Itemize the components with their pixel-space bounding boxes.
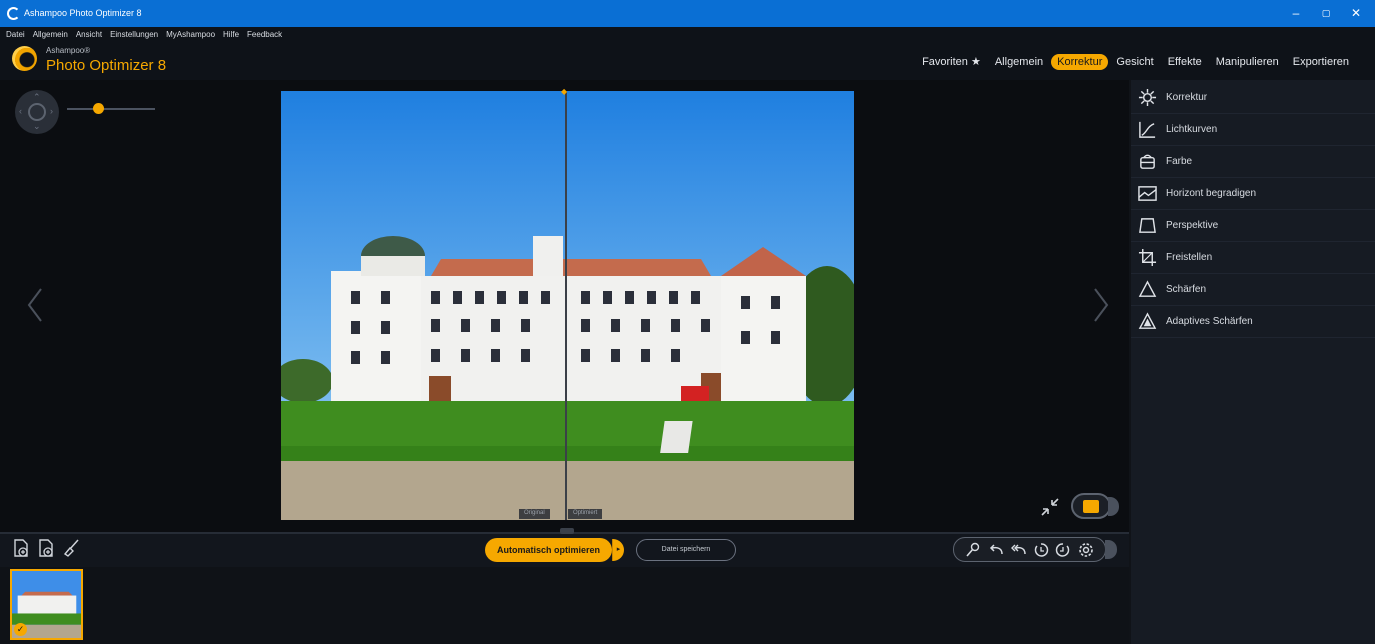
horizon-icon — [1138, 186, 1157, 201]
auto-optimize-button[interactable]: Automatisch optimieren — [485, 538, 612, 562]
split-view-icon — [1083, 500, 1099, 513]
side-item-lichtkurven[interactable]: Lichtkurven — [1131, 114, 1375, 146]
pan-navigator[interactable]: ⌃ ‹ › ⌄ — [15, 90, 59, 134]
pan-up-icon[interactable]: ⌃ — [33, 92, 41, 103]
minimize-button[interactable]: – — [1281, 4, 1311, 22]
split-view-handle[interactable]: ◆ — [561, 87, 571, 96]
side-item-label: Freistellen — [1166, 252, 1213, 263]
sharpen-icon — [1138, 280, 1157, 297]
photo-preview[interactable] — [281, 91, 854, 520]
image-canvas: ⌃ ‹ › ⌄ ◆ Original Optimiert — [0, 80, 1129, 532]
rotate-left-icon[interactable] — [1033, 542, 1049, 558]
add-folder-icon[interactable] — [37, 538, 55, 558]
window-titlebar: Ashampoo Photo Optimizer 8 – ▢ ✕ — [0, 0, 1375, 27]
edit-tools-group — [953, 537, 1106, 562]
side-item-schaerfen[interactable]: Schärfen — [1131, 274, 1375, 306]
selected-check-icon: ✓ — [14, 623, 27, 636]
pan-right-icon[interactable]: › — [50, 106, 53, 116]
sun-icon — [1138, 88, 1157, 107]
settings-gear-icon[interactable] — [1078, 542, 1094, 558]
side-item-farbe[interactable]: Farbe — [1131, 146, 1375, 178]
side-item-horizont[interactable]: Horizont begradigen — [1131, 178, 1375, 210]
filmstrip — [0, 567, 1129, 644]
category-tabs: Favoriten ★ Allgemein Korrektur Gesicht … — [916, 53, 1355, 70]
menu-feedback[interactable]: Feedback — [247, 30, 282, 42]
color-bucket-icon — [1140, 154, 1155, 169]
adaptive-sharpen-icon — [1138, 312, 1157, 329]
side-item-label: Perspektive — [1166, 220, 1219, 231]
side-item-label: Lichtkurven — [1166, 124, 1218, 135]
fit-to-window-icon[interactable] — [1040, 497, 1060, 517]
undo-all-icon[interactable] — [1010, 542, 1026, 558]
optimized-label: Optimiert — [568, 509, 603, 519]
side-item-label: Korrektur — [1166, 92, 1208, 103]
split-view-divider[interactable] — [565, 91, 567, 520]
magic-wand-icon[interactable] — [965, 542, 981, 558]
pan-down-icon[interactable]: ⌄ — [33, 121, 41, 132]
previous-image-icon[interactable] — [25, 285, 45, 325]
tab-favoriten[interactable]: Favoriten ★ — [916, 53, 987, 70]
window-title: Ashampoo Photo Optimizer 8 — [24, 8, 142, 18]
maximize-button[interactable]: ▢ — [1311, 4, 1341, 22]
menu-myashampoo[interactable]: MyAshampoo — [166, 30, 215, 42]
tab-manipulieren[interactable]: Manipulieren — [1210, 54, 1285, 70]
tab-allgemein[interactable]: Allgemein — [989, 54, 1049, 70]
compare-view-toggle[interactable] — [1071, 493, 1111, 519]
menu-bar: Datei Allgemein Ansicht Einstellungen My… — [0, 30, 282, 42]
add-file-icon[interactable] — [12, 538, 30, 558]
app-logo — [12, 46, 37, 71]
brand-product: Photo Optimizer 8 — [46, 57, 167, 74]
pan-center-icon — [28, 103, 46, 121]
curves-icon — [1139, 121, 1156, 138]
panel-resize-grip[interactable] — [560, 528, 574, 534]
crop-icon — [1138, 248, 1157, 267]
tab-exportieren[interactable]: Exportieren — [1287, 54, 1355, 70]
tab-korrektur[interactable]: Korrektur — [1051, 53, 1109, 70]
side-item-perspektive[interactable]: Perspektive — [1131, 210, 1375, 242]
menu-datei[interactable]: Datei — [6, 30, 25, 42]
correction-panel: Korrektur Lichtkurven Farbe Horizont beg… — [1131, 80, 1375, 644]
app-header: Datei Allgemein Ansicht Einstellungen My… — [0, 27, 1375, 80]
side-item-label: Farbe — [1166, 156, 1193, 167]
rotate-right-icon[interactable] — [1055, 542, 1071, 558]
next-image-icon[interactable] — [1091, 285, 1111, 325]
brand-vendor: Ashampoo® — [46, 46, 91, 55]
zoom-slider[interactable] — [67, 108, 155, 110]
perspective-icon — [1139, 218, 1156, 233]
side-item-adaptives-schaerfen[interactable]: Adaptives Schärfen — [1131, 306, 1375, 338]
tab-effekte[interactable]: Effekte — [1162, 54, 1208, 70]
menu-allgemein[interactable]: Allgemein — [33, 30, 68, 42]
undo-icon[interactable] — [988, 542, 1004, 558]
tab-gesicht[interactable]: Gesicht — [1110, 54, 1159, 70]
clear-list-brush-icon[interactable] — [62, 538, 80, 558]
pan-left-icon[interactable]: ‹ — [19, 106, 22, 116]
close-button[interactable]: ✕ — [1341, 4, 1371, 22]
side-item-label: Horizont begradigen — [1166, 188, 1257, 199]
compare-view-dropdown[interactable] — [1108, 497, 1119, 516]
original-label: Original — [519, 509, 550, 519]
menu-einstellungen[interactable]: Einstellungen — [110, 30, 158, 42]
menu-hilfe[interactable]: Hilfe — [223, 30, 239, 42]
side-item-korrektur[interactable]: Korrektur — [1131, 82, 1375, 114]
side-item-label: Adaptives Schärfen — [1166, 316, 1253, 327]
side-item-freistellen[interactable]: Freistellen — [1131, 242, 1375, 274]
app-icon — [7, 7, 20, 20]
menu-ansicht[interactable]: Ansicht — [76, 30, 102, 42]
save-file-button[interactable]: Datei speichern — [636, 539, 736, 561]
side-item-label: Schärfen — [1166, 284, 1207, 295]
zoom-slider-handle[interactable] — [92, 103, 104, 114]
